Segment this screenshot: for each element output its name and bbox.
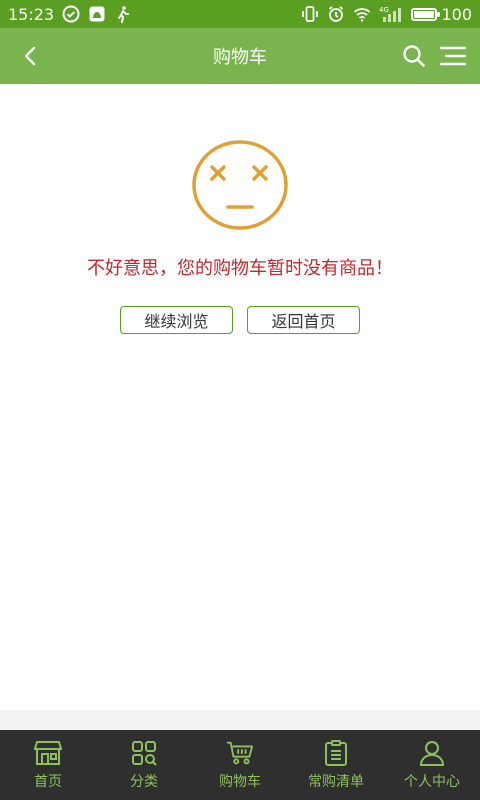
app-notification-icon <box>88 5 106 23</box>
back-to-home-button[interactable]: 返回首页 <box>247 306 360 334</box>
signal-icon: 4G <box>379 5 403 23</box>
battery-level: 100 <box>441 4 472 24</box>
content-bottom-divider <box>0 710 480 730</box>
header-bar: 购物车 <box>0 28 480 84</box>
empty-actions: 继续浏览 返回首页 <box>0 306 480 334</box>
tab-cart[interactable]: 购物车 <box>192 730 288 800</box>
tab-category[interactable]: 分类 <box>96 730 192 800</box>
search-icon <box>403 45 425 67</box>
empty-cart-message: 不好意思，您的购物车暂时没有商品！ <box>87 258 393 279</box>
menu-icon <box>440 46 466 66</box>
signal-type-label: 4G <box>379 6 389 14</box>
tab-category-label: 分类 <box>130 774 158 790</box>
tab-frequent-list-label: 常购清单 <box>308 774 364 790</box>
tab-cart-label: 购物车 <box>219 774 261 790</box>
tab-frequent-list[interactable]: 常购清单 <box>288 730 384 800</box>
cart-icon <box>226 739 254 767</box>
vibrate-icon <box>301 5 319 23</box>
check-circle-icon <box>62 5 80 23</box>
search-button[interactable] <box>400 42 428 70</box>
battery-icon <box>411 7 441 21</box>
menu-button[interactable] <box>438 42 468 70</box>
wifi-icon <box>353 5 371 23</box>
sad-face-icon <box>192 140 288 230</box>
battery-indicator: 100 <box>411 5 472 24</box>
status-time: 15:23 <box>8 4 55 24</box>
user-icon <box>418 739 446 767</box>
tab-home-label: 首页 <box>34 774 62 790</box>
tab-profile-label: 个人中心 <box>404 774 460 790</box>
bottom-tab-bar: 首页 分类 购物车 常购清单 个人中心 <box>0 730 480 800</box>
status-bar: 15:23 4G 100 <box>0 0 480 28</box>
empty-cart-panel: 不好意思，您的购物车暂时没有商品！ 继续浏览 返回首页 <box>0 84 480 710</box>
page-title: 购物车 <box>213 47 267 68</box>
back-button[interactable] <box>16 42 44 70</box>
tab-profile[interactable]: 个人中心 <box>384 730 480 800</box>
alarm-icon <box>327 5 345 23</box>
walking-icon <box>114 5 132 23</box>
store-icon <box>34 739 62 767</box>
battery-fill <box>414 10 435 18</box>
chevron-left-icon <box>24 46 36 66</box>
category-grid-icon <box>130 739 158 767</box>
tab-home[interactable]: 首页 <box>0 730 96 800</box>
continue-browsing-button[interactable]: 继续浏览 <box>120 306 233 334</box>
clipboard-list-icon <box>322 739 350 767</box>
